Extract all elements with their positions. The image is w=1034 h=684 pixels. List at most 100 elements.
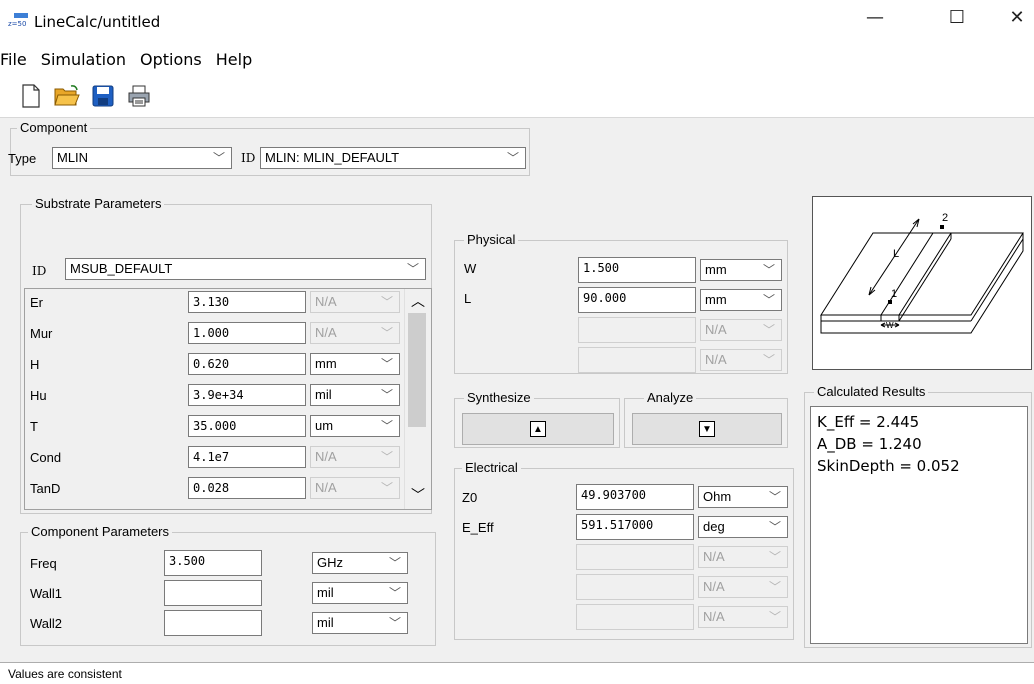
substrate-scrollbar[interactable]: ︿ ﹀ xyxy=(404,289,428,509)
chevron-down-icon: ﹀ xyxy=(380,481,393,495)
app-icon: z=50 xyxy=(8,13,28,31)
chevron-down-icon: ﹀ xyxy=(762,263,775,277)
microstrip-illustration: 2 L 1 W xyxy=(820,212,1024,334)
electrical-empty-2-unit: N/A xyxy=(703,549,725,564)
substrate-t-input[interactable]: 35.000 xyxy=(188,415,306,437)
electrical-z0-unit-select[interactable]: Ohm ﹀ xyxy=(698,486,788,508)
param-freq-unit-select[interactable]: GHz ﹀ xyxy=(312,552,408,574)
param-wall2-input[interactable] xyxy=(164,610,262,636)
physical-w-input[interactable]: 1.500 xyxy=(578,257,696,283)
param-wall1-unit-select[interactable]: mil ﹀ xyxy=(312,582,408,604)
menu-help[interactable]: Help xyxy=(210,50,260,69)
close-button[interactable]: ✕ xyxy=(994,0,1034,34)
chevron-down-icon: ﹀ xyxy=(380,388,393,402)
param-freq-input[interactable]: 3.500 xyxy=(164,550,262,576)
substrate-cond-input[interactable]: 4.1e7 xyxy=(188,446,306,468)
param-freq-label: Freq xyxy=(30,556,57,571)
chevron-down-icon: ﹀ xyxy=(388,586,401,600)
substrate-er-unit: N/A xyxy=(315,294,337,309)
substrate-cond-label: Cond xyxy=(30,450,62,465)
menu-simulation[interactable]: Simulation xyxy=(35,50,134,69)
physical-l-input[interactable]: 90.000 xyxy=(578,287,696,313)
substrate-t-label: T xyxy=(30,419,38,434)
physical-group-label: Physical xyxy=(464,232,519,247)
substrate-group-label: Substrate Parameters xyxy=(32,196,165,211)
window-title: LineCalc/untitled xyxy=(34,13,161,31)
scroll-down-icon[interactable]: ﹀ xyxy=(411,485,425,505)
physical-w-unit-select[interactable]: mm ﹀ xyxy=(700,259,782,281)
save-button[interactable] xyxy=(90,82,116,110)
scrollbar-thumb[interactable] xyxy=(408,313,426,427)
physical-w-label: W xyxy=(464,261,477,276)
substrate-mur-input[interactable]: 1.000 xyxy=(188,322,306,344)
synthesize-button[interactable]: ▲ xyxy=(462,413,614,445)
chevron-down-icon: ﹀ xyxy=(506,151,519,165)
menu-file[interactable]: File xyxy=(0,50,35,69)
new-icon xyxy=(22,83,40,108)
substrate-h-unit: mm xyxy=(315,356,337,371)
chevron-down-icon: ﹀ xyxy=(388,556,401,570)
substrate-h-unit-select[interactable]: mm ﹀ xyxy=(310,353,400,375)
menu-options[interactable]: Options xyxy=(134,50,210,69)
electrical-e-eff-input[interactable]: 591.517000 xyxy=(576,514,694,540)
electrical-e-eff-unit-select[interactable]: deg ﹀ xyxy=(698,516,788,538)
substrate-h-input[interactable]: 0.620 xyxy=(188,353,306,375)
chevron-down-icon: ﹀ xyxy=(406,262,419,276)
results-textbox[interactable]: K_Eff = 2.445 A_DB = 1.240 SkinDepth = 0… xyxy=(810,406,1028,644)
substrate-tand-unit-select: N/A ﹀ xyxy=(310,477,400,499)
chevron-down-icon: ﹀ xyxy=(768,520,781,534)
substrate-er-unit-select: N/A ﹀ xyxy=(310,291,400,313)
physical-empty-2-unit-select: N/A ﹀ xyxy=(700,319,782,341)
width-label: W xyxy=(886,321,894,330)
param-wall1-unit: mil xyxy=(317,585,334,600)
results-group-label: Calculated Results xyxy=(814,384,929,399)
electrical-group-label: Electrical xyxy=(462,460,521,475)
scroll-up-icon[interactable]: ︿ xyxy=(411,291,425,311)
param-wall1-input[interactable] xyxy=(164,580,262,606)
substrate-hu-input[interactable]: 3.9e+34 xyxy=(188,384,306,406)
electrical-e-eff-unit: deg xyxy=(703,519,725,534)
substrate-hu-unit-select[interactable]: mil ﹀ xyxy=(310,384,400,406)
chevron-down-icon: ﹀ xyxy=(768,610,781,624)
param-freq-unit: GHz xyxy=(317,555,343,570)
electrical-z0-input[interactable]: 49.903700 xyxy=(576,484,694,510)
type-select[interactable]: MLIN ﹀ xyxy=(52,147,232,169)
param-wall2-unit-select[interactable]: mil ﹀ xyxy=(312,612,408,634)
print-button[interactable] xyxy=(126,82,152,110)
substrate-id-value: MSUB_DEFAULT xyxy=(70,261,173,276)
maximize-button[interactable]: ☐ xyxy=(934,0,980,34)
type-label: Type xyxy=(8,151,37,166)
port-1-label: 1 xyxy=(891,288,897,300)
physical-l-unit: mm xyxy=(705,292,727,307)
component-id-value: MLIN: MLIN_DEFAULT xyxy=(265,150,400,165)
status-bar: Values are consistent xyxy=(0,662,1034,684)
result-k-eff: K_Eff = 2.445 xyxy=(817,413,920,431)
component-id-select[interactable]: MLIN: MLIN_DEFAULT ﹀ xyxy=(260,147,526,169)
physical-empty-3-unit-select: N/A ﹀ xyxy=(700,349,782,371)
toolbar xyxy=(0,74,1034,118)
param-wall2-unit: mil xyxy=(317,615,334,630)
electrical-z0-label: Z0 xyxy=(462,490,478,505)
electrical-empty-3-input xyxy=(576,574,694,600)
substrate-t-unit-select[interactable]: um ﹀ xyxy=(310,415,400,437)
substrate-mur-label: Mur xyxy=(30,326,53,341)
new-button[interactable] xyxy=(18,82,44,110)
substrate-hu-unit: mil xyxy=(315,387,332,402)
substrate-er-input[interactable]: 3.130 xyxy=(188,291,306,313)
minimize-button[interactable]: — xyxy=(852,0,898,34)
chevron-down-icon: ﹀ xyxy=(768,550,781,564)
substrate-id-select[interactable]: MSUB_DEFAULT ﹀ xyxy=(65,258,426,280)
analyze-button[interactable]: ▼ xyxy=(632,413,782,445)
substrate-tand-input[interactable]: 0.028 xyxy=(188,477,306,499)
open-button[interactable] xyxy=(54,82,80,110)
component-id-label: ID xyxy=(241,151,256,165)
substrate-cond-unit: N/A xyxy=(315,449,337,464)
substrate-er-label: Er xyxy=(30,295,43,310)
electrical-empty-4-unit: N/A xyxy=(703,609,725,624)
physical-l-unit-select[interactable]: mm ﹀ xyxy=(700,289,782,311)
component-group-label: Component xyxy=(17,120,91,135)
substrate-id-label: ID xyxy=(32,264,47,278)
chevron-down-icon: ﹀ xyxy=(380,326,393,340)
substrate-hu-label: Hu xyxy=(30,388,47,403)
physical-empty-2-unit: N/A xyxy=(705,322,727,337)
